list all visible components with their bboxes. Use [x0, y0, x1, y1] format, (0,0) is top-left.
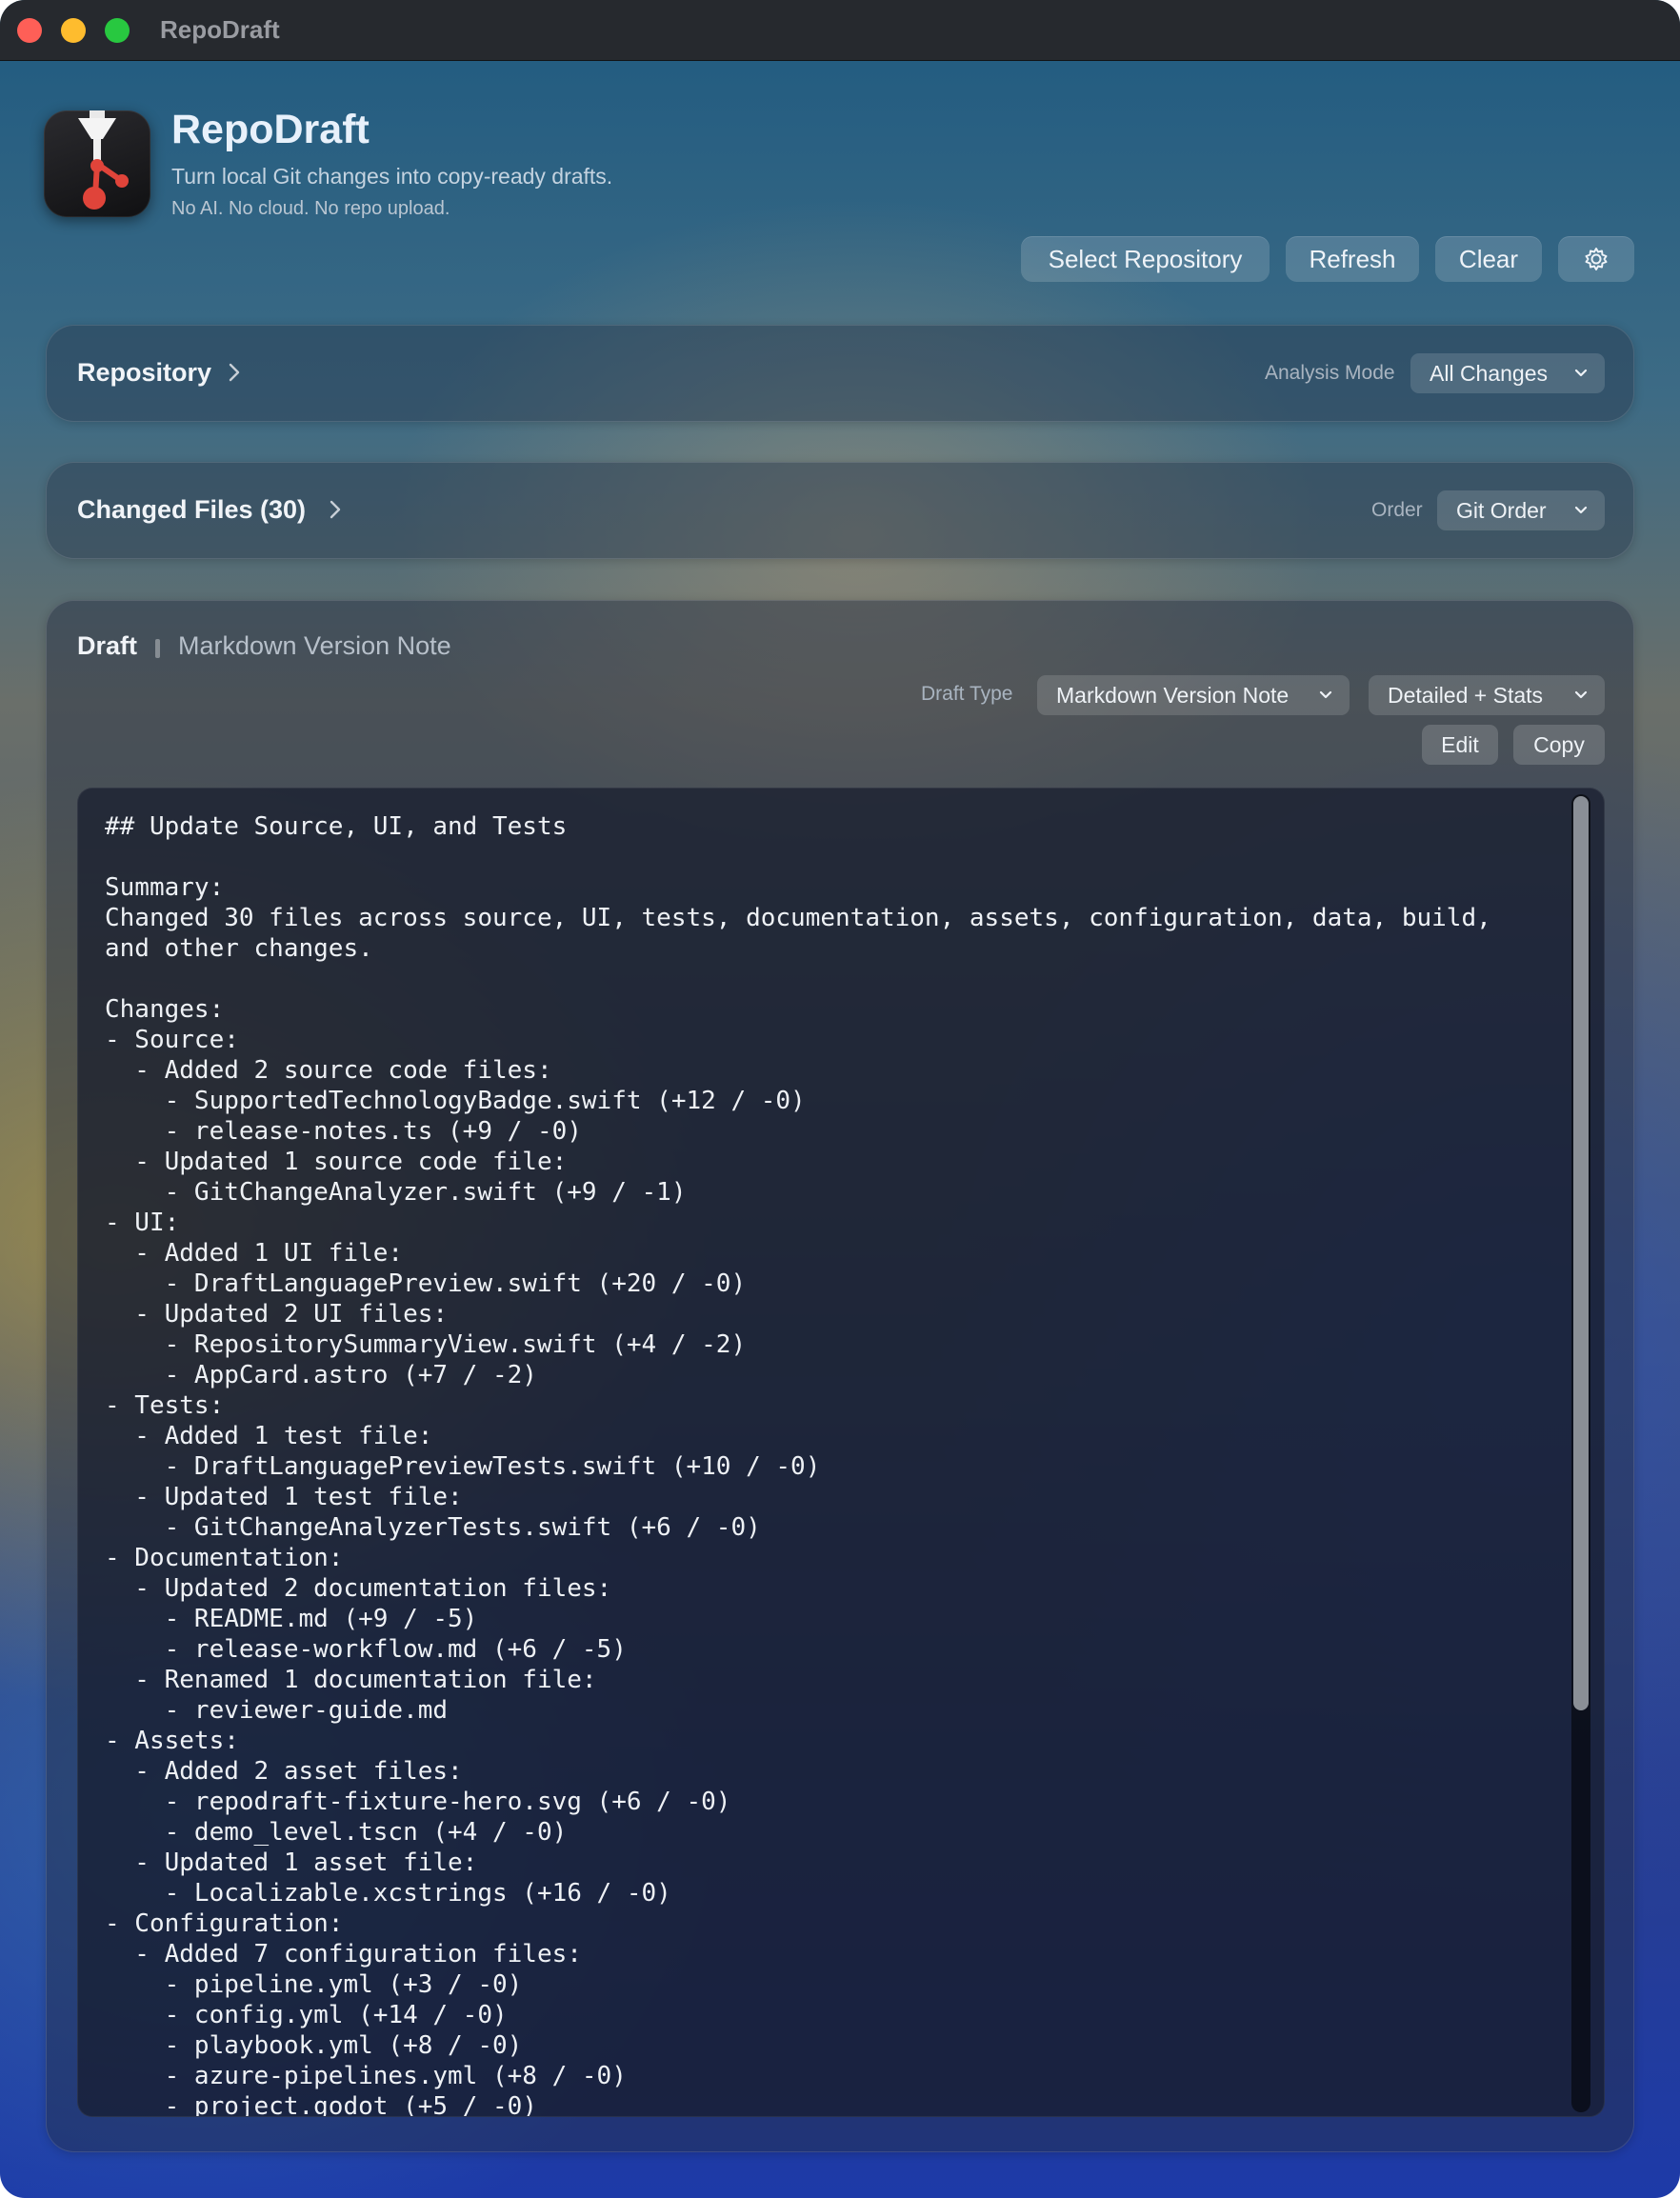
draft-subtitle: Markdown Version Note	[178, 631, 451, 660]
title-bar: RepoDraft	[0, 0, 1680, 61]
changed-files-disclosure-title[interactable]: Changed Files (30)	[77, 495, 306, 525]
gear-icon	[1585, 248, 1608, 270]
analysis-mode-value: All Changes	[1430, 361, 1549, 386]
app-window: RepoDraft RepoDraft Turn local Git chang…	[0, 0, 1680, 2198]
zoom-window-button[interactable]	[105, 18, 130, 43]
draft-type-label: Draft Type	[921, 683, 1013, 705]
app-title: RepoDraft	[171, 107, 370, 152]
analysis-mode-select[interactable]: All Changes	[1410, 353, 1605, 393]
chevron-down-icon	[1574, 690, 1588, 699]
edit-button[interactable]: Edit	[1422, 725, 1498, 765]
changed-files-panel: Changed Files (30) Order Git Order	[46, 462, 1634, 559]
draft-content[interactable]: ## Update Source, UI, and Tests Summary:…	[105, 811, 1491, 2116]
draft-title: Draft	[77, 631, 138, 660]
draft-type-value: Markdown Version Note	[1056, 683, 1290, 708]
repository-disclosure-title[interactable]: Repository	[77, 358, 211, 388]
order-select[interactable]: Git Order	[1437, 490, 1605, 530]
chevron-down-icon	[1574, 369, 1588, 377]
order-label: Order	[1371, 499, 1423, 521]
app-logo-icon	[44, 110, 150, 217]
select-repository-button[interactable]: Select Repository	[1021, 236, 1270, 282]
settings-button[interactable]	[1558, 236, 1634, 282]
title-separator	[155, 639, 160, 658]
window-title: RepoDraft	[160, 15, 280, 44]
refresh-button[interactable]: Refresh	[1286, 236, 1419, 282]
vertical-scrollbar[interactable]	[1571, 794, 1590, 2112]
close-window-button[interactable]	[17, 18, 42, 43]
detail-level-value: Detailed + Stats	[1388, 683, 1544, 708]
chevron-right-icon[interactable]	[228, 362, 241, 383]
chevron-down-icon	[1574, 506, 1588, 514]
draft-type-select[interactable]: Markdown Version Note	[1037, 675, 1350, 715]
scrollbar-thumb[interactable]	[1573, 796, 1589, 1710]
app-tagline: Turn local Git changes into copy-ready d…	[171, 164, 613, 189]
app-privacy-note: No AI. No cloud. No repo upload.	[171, 198, 450, 219]
minimize-window-button[interactable]	[61, 18, 86, 43]
repository-panel: Repository Analysis Mode All Changes	[46, 325, 1634, 422]
chevron-right-icon[interactable]	[329, 499, 342, 520]
copy-button[interactable]: Copy	[1513, 725, 1605, 765]
analysis-mode-label: Analysis Mode	[1265, 362, 1395, 384]
draft-panel: Draft Markdown Version Note Draft Type M…	[46, 600, 1634, 2152]
chevron-down-icon	[1319, 690, 1332, 699]
draft-text-view[interactable]: ## Update Source, UI, and Tests Summary:…	[77, 788, 1605, 2117]
detail-level-select[interactable]: Detailed + Stats	[1369, 675, 1605, 715]
order-value: Git Order	[1456, 498, 1547, 523]
clear-button[interactable]: Clear	[1435, 236, 1542, 282]
